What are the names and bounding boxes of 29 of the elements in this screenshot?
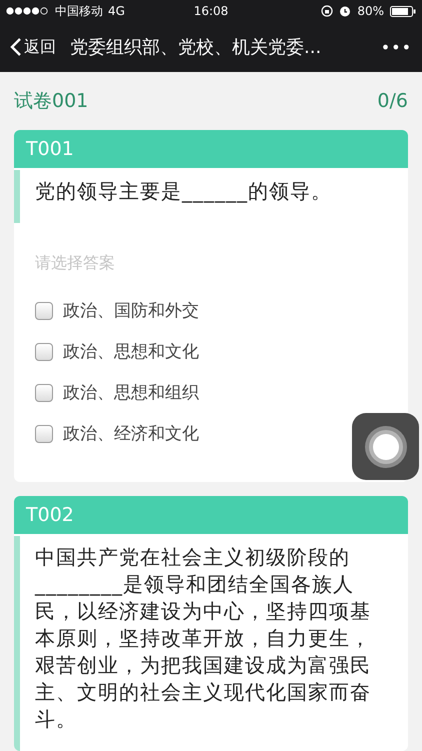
answer-prompt: 请选择答案: [35, 253, 116, 274]
checkbox[interactable]: [35, 384, 53, 402]
progress-count: 0/6: [377, 90, 408, 112]
rotation-lock-icon: [321, 5, 334, 17]
battery-percent: 80%: [357, 4, 384, 18]
question-code: T002: [14, 496, 408, 534]
option-label[interactable]: 政治、思想和文化: [63, 340, 199, 363]
question-code: T001: [14, 130, 408, 168]
floating-home-button[interactable]: [352, 413, 419, 480]
battery-icon: [390, 6, 416, 16]
option-label[interactable]: 政治、经济和文化: [63, 422, 199, 445]
ring-icon: [362, 424, 408, 470]
checkbox[interactable]: [35, 302, 53, 320]
question-text: 党的领导主要是______的领导。: [35, 178, 333, 205]
clock-time: 16:08: [194, 4, 228, 18]
signal-icon: [6, 7, 50, 15]
checkbox[interactable]: [35, 342, 53, 360]
back-button[interactable]: 返回: [10, 36, 56, 58]
option-label[interactable]: 政治、国防和外交: [63, 299, 199, 322]
alarm-icon: [339, 5, 352, 17]
checkbox[interactable]: [35, 424, 53, 442]
option-label[interactable]: 政治、思想和组织: [63, 381, 199, 404]
page-title: 党委组织部、党校、机关党委...: [70, 36, 322, 59]
carrier-name: 中国移动: [55, 2, 103, 20]
network-type: 4G: [108, 4, 125, 18]
paper-title: 试卷001: [14, 89, 88, 114]
chevron-left-icon: [10, 37, 22, 57]
more-button[interactable]: •••: [380, 38, 412, 56]
question-text: 中国共产党在社会主义初级阶段的________是领导和团结全国各族人民，以经济建设为中心，坚持四项基本原则，坚持改革开放，自力更生，艰苦创业，为把我国建设成为富强民主、文明的社会主义现代化国家而奋斗。: [35, 544, 372, 733]
